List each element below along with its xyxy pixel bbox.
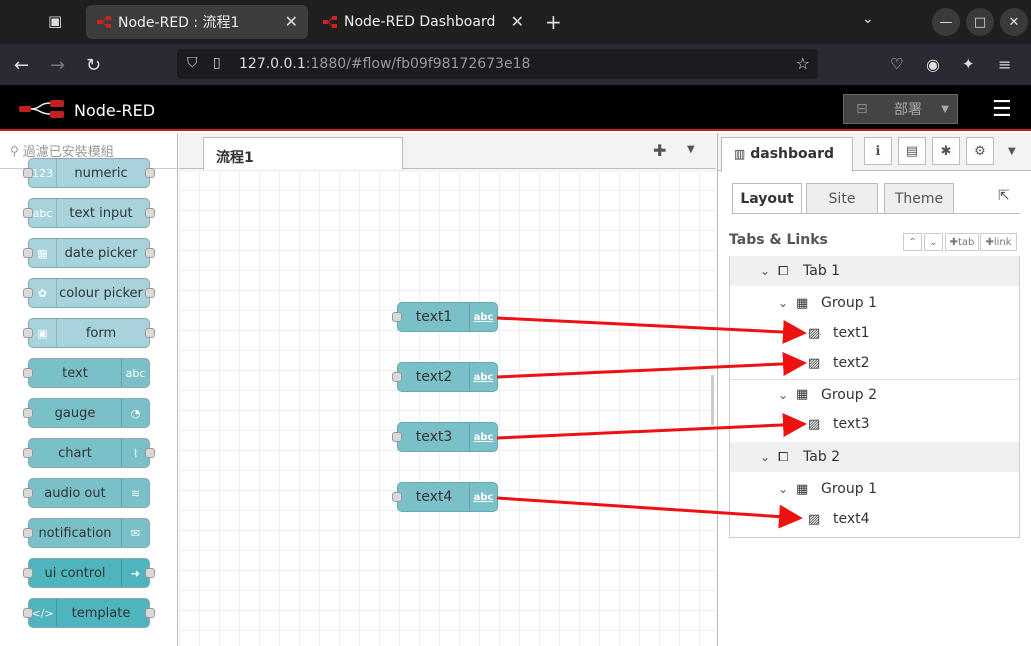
annotation-arrow [496, 412, 807, 440]
annotation-arrows [496, 316, 807, 529]
annotation-arrow [496, 351, 807, 379]
annotation-arrow [496, 316, 807, 344]
annotation-arrow [496, 496, 803, 529]
